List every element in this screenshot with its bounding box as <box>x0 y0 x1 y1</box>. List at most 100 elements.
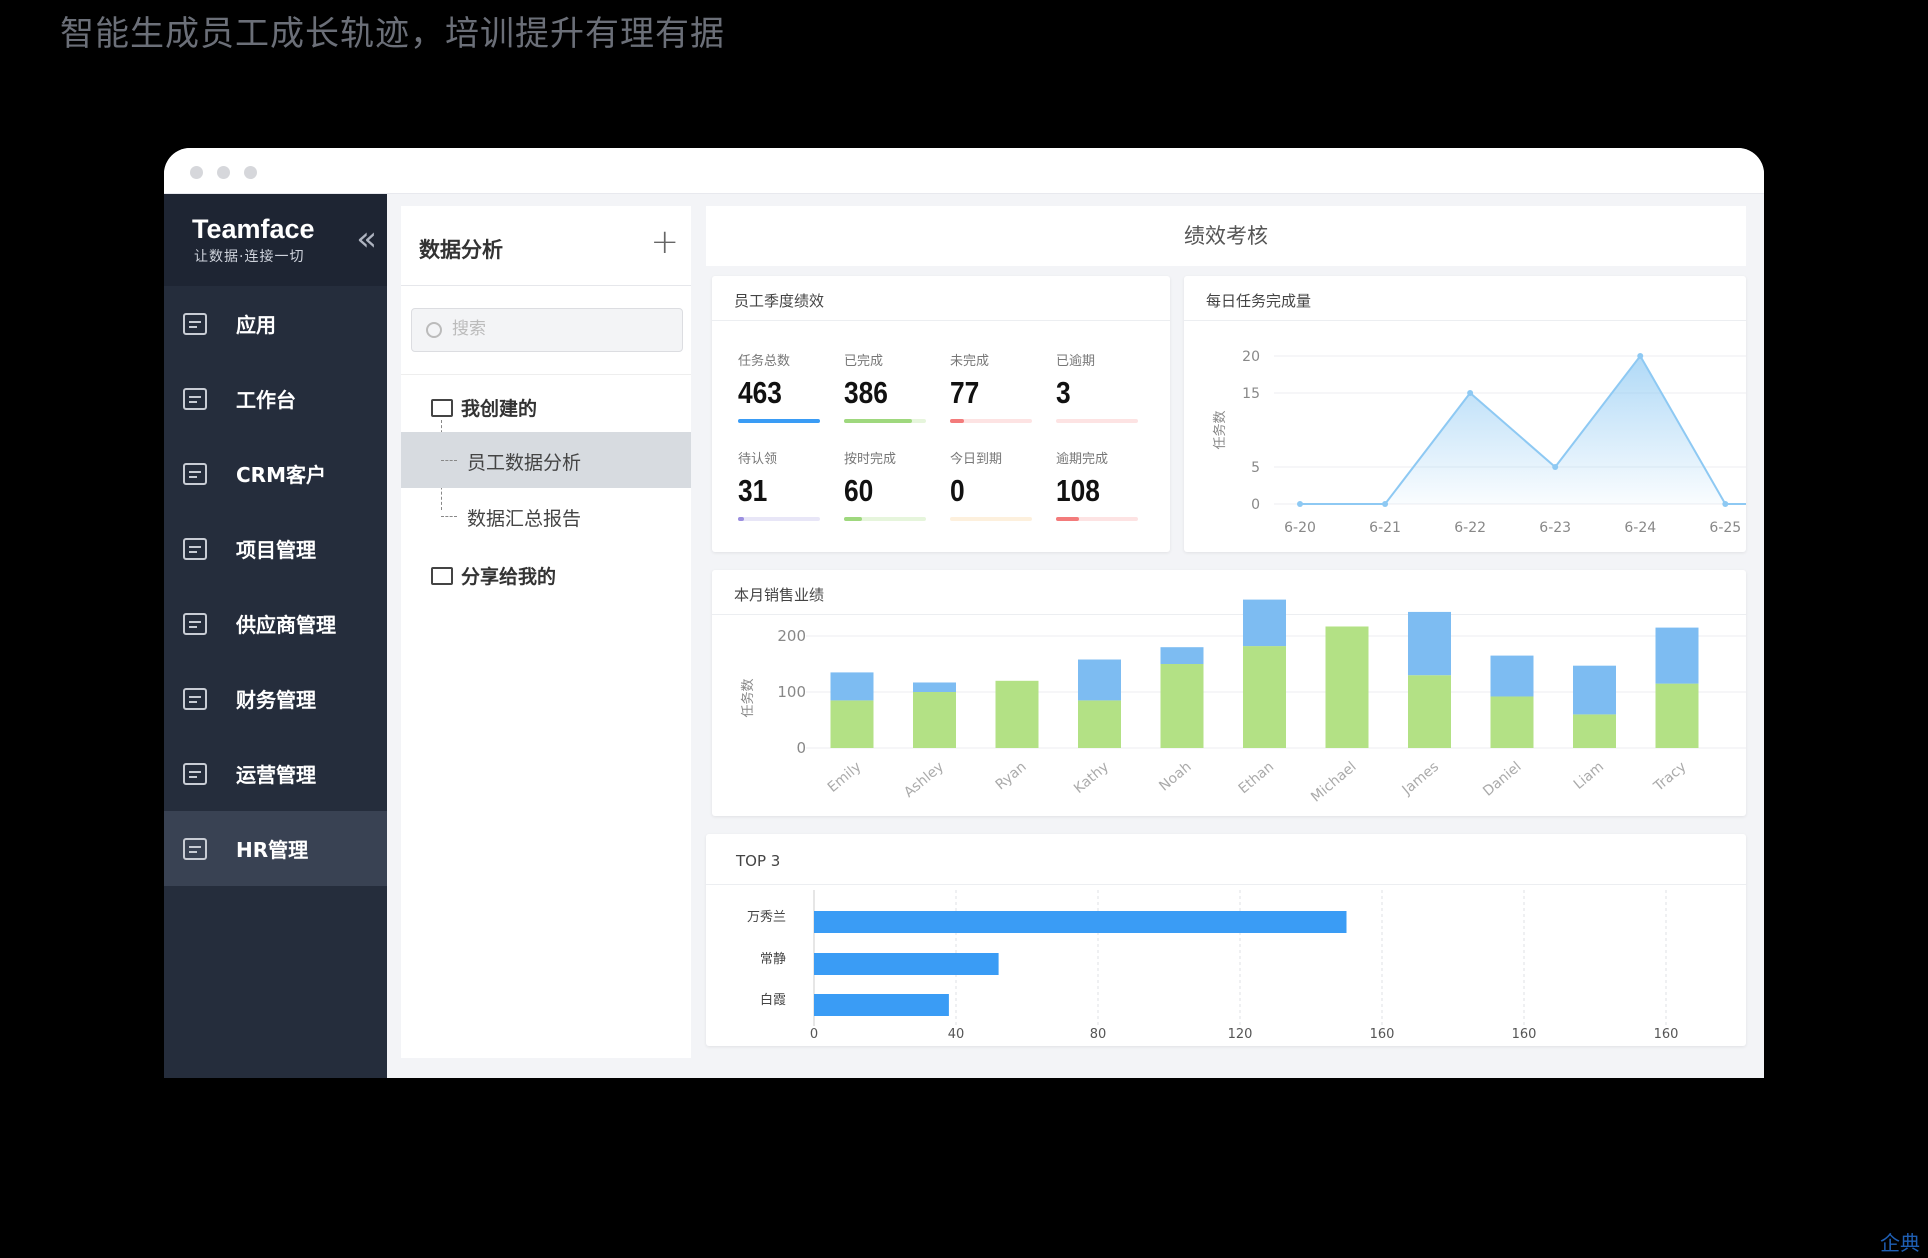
x-tick-label: 6-23 <box>1539 520 1571 536</box>
window-minimize-dot[interactable] <box>217 166 230 179</box>
sidebar: Teamface 让数据·连接一切 « 应用工作台 CRM客户项目管理供应商管理财… <box>164 194 387 1078</box>
page-headline: 智能生成员工成长轨迹，培训提升有理有据 <box>60 14 725 54</box>
stat-progress-bar <box>738 419 820 423</box>
sidebar-item-label: 项目管理 <box>236 538 316 562</box>
x-tick-label: Kathy <box>1071 759 1112 797</box>
collapse-sidebar-icon[interactable]: « <box>356 222 377 256</box>
y-tick-label: 白霞 <box>760 992 786 1008</box>
x-tick-label: 6-25 <box>1709 520 1741 536</box>
tree-item-employee-analysis[interactable]: 员工数据分析 <box>401 432 691 488</box>
tree-group-shared[interactable]: 分享给我的 <box>431 562 556 589</box>
x-tick-label: 160 <box>1512 1027 1537 1042</box>
stat-label: 待认领 <box>738 452 778 467</box>
sidebar-item-4[interactable]: 供应商管理 <box>164 586 387 661</box>
y-tick-label: 100 <box>777 683 806 701</box>
hr-users-icon <box>180 834 210 864</box>
y-tick-label: 0 <box>796 739 806 757</box>
stat-item: 逾期完成 108 <box>1056 448 1146 521</box>
bar-segment <box>1243 646 1286 748</box>
dashboard-title: 绩效考核 <box>706 206 1746 266</box>
bar-segment <box>1490 655 1534 697</box>
bar-segment <box>830 672 874 701</box>
y-axis-label: 任务数 <box>1212 410 1228 449</box>
bar-segment <box>913 682 956 692</box>
stat-item: 已完成 386 <box>844 350 934 423</box>
stat-progress-bar <box>1056 517 1138 521</box>
stat-progress-bar <box>950 517 1032 521</box>
top3-card: TOP 3 0 40 80 120 160 160 160 万秀兰 常静 白霞 <box>706 834 1746 1046</box>
sidebar-item-2[interactable]: CRM客户 <box>164 436 387 511</box>
stat-item: 今日到期 0 <box>950 448 1040 521</box>
workbench-icon <box>180 384 210 414</box>
bar-segment <box>1490 696 1534 748</box>
bar-segment <box>1408 675 1451 748</box>
stat-value: 60 <box>844 473 874 508</box>
sidebar-item-7[interactable]: HR管理 <box>164 811 387 886</box>
y-tick-label: 0 <box>1251 497 1260 513</box>
stat-item: 按时完成 60 <box>844 448 934 521</box>
daily-tasks-card: 每日任务完成量 0 5 15 20 任务数 6-20 6-21 6-22 6-23 6-24 6-2… <box>1184 276 1746 552</box>
y-tick-label: 15 <box>1242 386 1260 402</box>
x-tick-label: 6-21 <box>1369 520 1401 536</box>
divider <box>401 374 691 375</box>
finance-icon <box>180 684 210 714</box>
stat-value: 0 <box>950 473 965 508</box>
app-window: Teamface 让数据·连接一切 « 应用工作台 CRM客户项目管理供应商管理财… <box>164 148 1764 1078</box>
stat-progress-bar <box>950 419 1032 423</box>
quarter-performance-card: 员工季度绩效 任务总数 463 已完成 386 未完成 77 已逾期 3 待认领 31 按时完成 60… <box>712 276 1170 552</box>
x-tick-label: 80 <box>1090 1027 1107 1042</box>
daily-tasks-chart: 0 5 15 20 任务数 6-20 6-21 6-22 6-23 6-24 6-25 <box>1212 349 1746 536</box>
bar-segment <box>830 700 874 748</box>
x-tick-label: 0 <box>810 1027 818 1042</box>
sidebar-item-6[interactable]: 运营管理 <box>164 736 387 811</box>
y-tick-label: 20 <box>1242 349 1260 365</box>
data-point <box>1467 390 1474 396</box>
y-axis-label: 任务数 <box>740 678 756 717</box>
stat-progress-fill <box>738 517 744 521</box>
bar-segment <box>1243 599 1286 647</box>
tree-group-shared-label: 分享给我的 <box>461 566 557 588</box>
y-tick-label: 5 <box>1251 460 1260 476</box>
bar-segment <box>1160 664 1204 748</box>
stat-progress-fill <box>844 517 863 521</box>
sidebar-item-label: 应用 <box>236 313 276 337</box>
sidebar-item-5[interactable]: 财务管理 <box>164 661 387 736</box>
bar-segment <box>1573 665 1616 715</box>
bar-segment <box>913 692 956 748</box>
stat-value: 31 <box>738 473 768 508</box>
tree-group-mine-label: 我创建的 <box>461 398 538 420</box>
stat-progress-bar <box>844 419 926 423</box>
x-tick-label: Daniel <box>1480 759 1524 800</box>
stat-label: 已完成 <box>844 354 884 369</box>
stat-progress-bar <box>844 517 926 521</box>
window-maximize-dot[interactable] <box>244 166 257 179</box>
tree-item-summary-report[interactable]: 数据汇总报告 <box>401 488 691 544</box>
stat-value: 108 <box>1056 473 1100 508</box>
bar <box>814 911 1347 933</box>
x-tick-label: Ethan <box>1236 759 1277 797</box>
stat-item: 已逾期 3 <box>1056 350 1146 423</box>
brand-header: Teamface 让数据·连接一切 « <box>164 194 387 286</box>
add-report-button[interactable]: + <box>651 222 680 262</box>
stat-label: 已逾期 <box>1056 354 1096 369</box>
search-input[interactable] <box>452 319 652 339</box>
window-close-dot[interactable] <box>190 166 203 179</box>
x-tick-label: Ashley <box>901 759 947 801</box>
x-tick-label: 160 <box>1654 1027 1679 1042</box>
stat-progress-bar <box>738 517 820 521</box>
data-point <box>1637 353 1644 359</box>
sidebar-item-1[interactable]: 工作台 <box>164 361 387 436</box>
bar-segment <box>995 680 1039 748</box>
x-tick-label: James <box>1399 759 1442 799</box>
y-tick-label: 万秀兰 <box>747 910 786 925</box>
x-tick-label: Emily <box>825 759 865 796</box>
sidebar-item-0[interactable]: 应用 <box>164 286 387 361</box>
x-tick-label: Liam <box>1571 759 1607 793</box>
data-point <box>1722 501 1729 507</box>
stat-progress-fill <box>1056 517 1079 521</box>
stat-progress-fill <box>844 419 913 423</box>
monthly-sales-chart: 0 100 200 任务数 Emily Ashley Ryan Kathy Noah Ethan M… <box>740 599 1746 806</box>
tree-group-mine[interactable]: 我创建的 <box>431 394 537 421</box>
sidebar-item-3[interactable]: 项目管理 <box>164 511 387 586</box>
y-tick-label: 常静 <box>760 952 786 967</box>
